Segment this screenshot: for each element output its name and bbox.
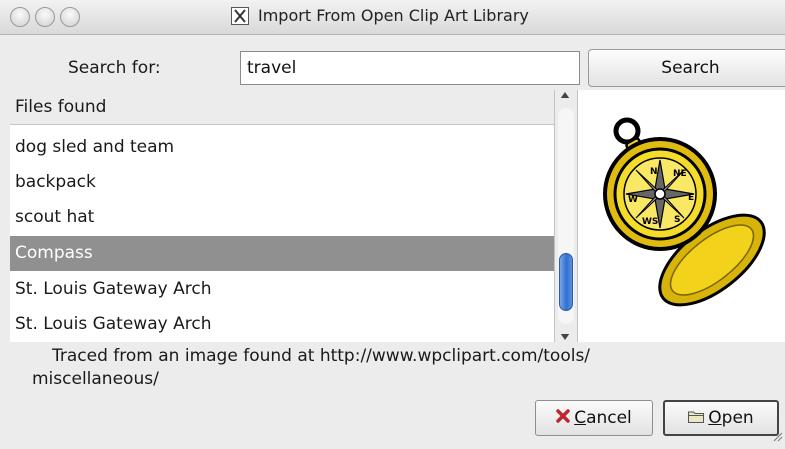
description-line-2: miscellaneous/ [32, 369, 159, 389]
folder-icon [688, 408, 705, 428]
compass-letter-w: W [628, 195, 638, 205]
list-header-label: Files found [15, 97, 107, 117]
cancel-button[interactable]: Cancel [535, 400, 653, 436]
resize-grip-icon[interactable] [771, 427, 783, 447]
scroll-down-arrow-icon[interactable] [560, 334, 570, 340]
clipart-description: Traced from an image found at http://www… [32, 345, 752, 391]
open-label: pen [721, 408, 754, 428]
search-input[interactable] [240, 51, 580, 85]
compass-preview-image: N NE E S WS W [603, 117, 766, 307]
list-item-label: Compass [15, 243, 93, 263]
list-item-label: backpack [15, 172, 96, 192]
cancel-label: ancel [586, 408, 632, 428]
search-label: Search for: [68, 58, 161, 78]
title-bar: Import From Open Clip Art Library [0, 0, 785, 35]
compass-letter-e: E [688, 193, 694, 203]
search-button[interactable]: Search [588, 49, 785, 87]
open-button[interactable]: Open [663, 400, 779, 436]
compass-letter-ne: NE [673, 169, 687, 179]
list-item-label: scout hat [15, 207, 95, 227]
compass-letter-ws: WS [642, 217, 658, 227]
compass-letter-s: S [674, 215, 680, 225]
window-title: Import From Open Clip Art Library [258, 6, 529, 25]
close-window-button[interactable] [10, 7, 30, 27]
files-found-list: Files found dog sled and team backpack s… [10, 90, 554, 342]
cancel-x-icon [556, 408, 570, 428]
scroll-up-arrow-icon[interactable] [560, 92, 570, 98]
open-mnemonic: O [708, 408, 722, 428]
list-item[interactable]: St. Louis Gateway Arch [10, 307, 554, 342]
x11-icon [231, 6, 249, 25]
scroll-thumb[interactable] [559, 253, 573, 311]
list-item[interactable]: St. Louis Gateway Arch [10, 272, 554, 307]
list-item-label: dog sled and team [15, 137, 175, 157]
window-title-group: Import From Open Clip Art Library [231, 6, 529, 25]
list-column-header[interactable]: Files found [10, 90, 554, 125]
list-item-label: St. Louis Gateway Arch [15, 279, 212, 299]
list-item-selected[interactable]: Compass [10, 236, 554, 271]
minimize-window-button[interactable] [35, 7, 55, 27]
cancel-mnemonic: C [574, 408, 587, 428]
clipart-preview: N NE E S WS W [578, 90, 785, 342]
compass-letter-n: N [650, 167, 658, 177]
list-item[interactable]: scout hat [10, 200, 554, 235]
list-item[interactable]: backpack [10, 165, 554, 200]
list-item[interactable]: dog sled and team [10, 130, 554, 165]
description-line-1: Traced from an image found at http://www… [52, 346, 591, 366]
import-dialog: Import From Open Clip Art Library Search… [0, 0, 785, 449]
list-item-label: St. Louis Gateway Arch [15, 314, 212, 334]
zoom-window-button[interactable] [60, 7, 80, 27]
list-scrollbar[interactable] [554, 90, 578, 342]
